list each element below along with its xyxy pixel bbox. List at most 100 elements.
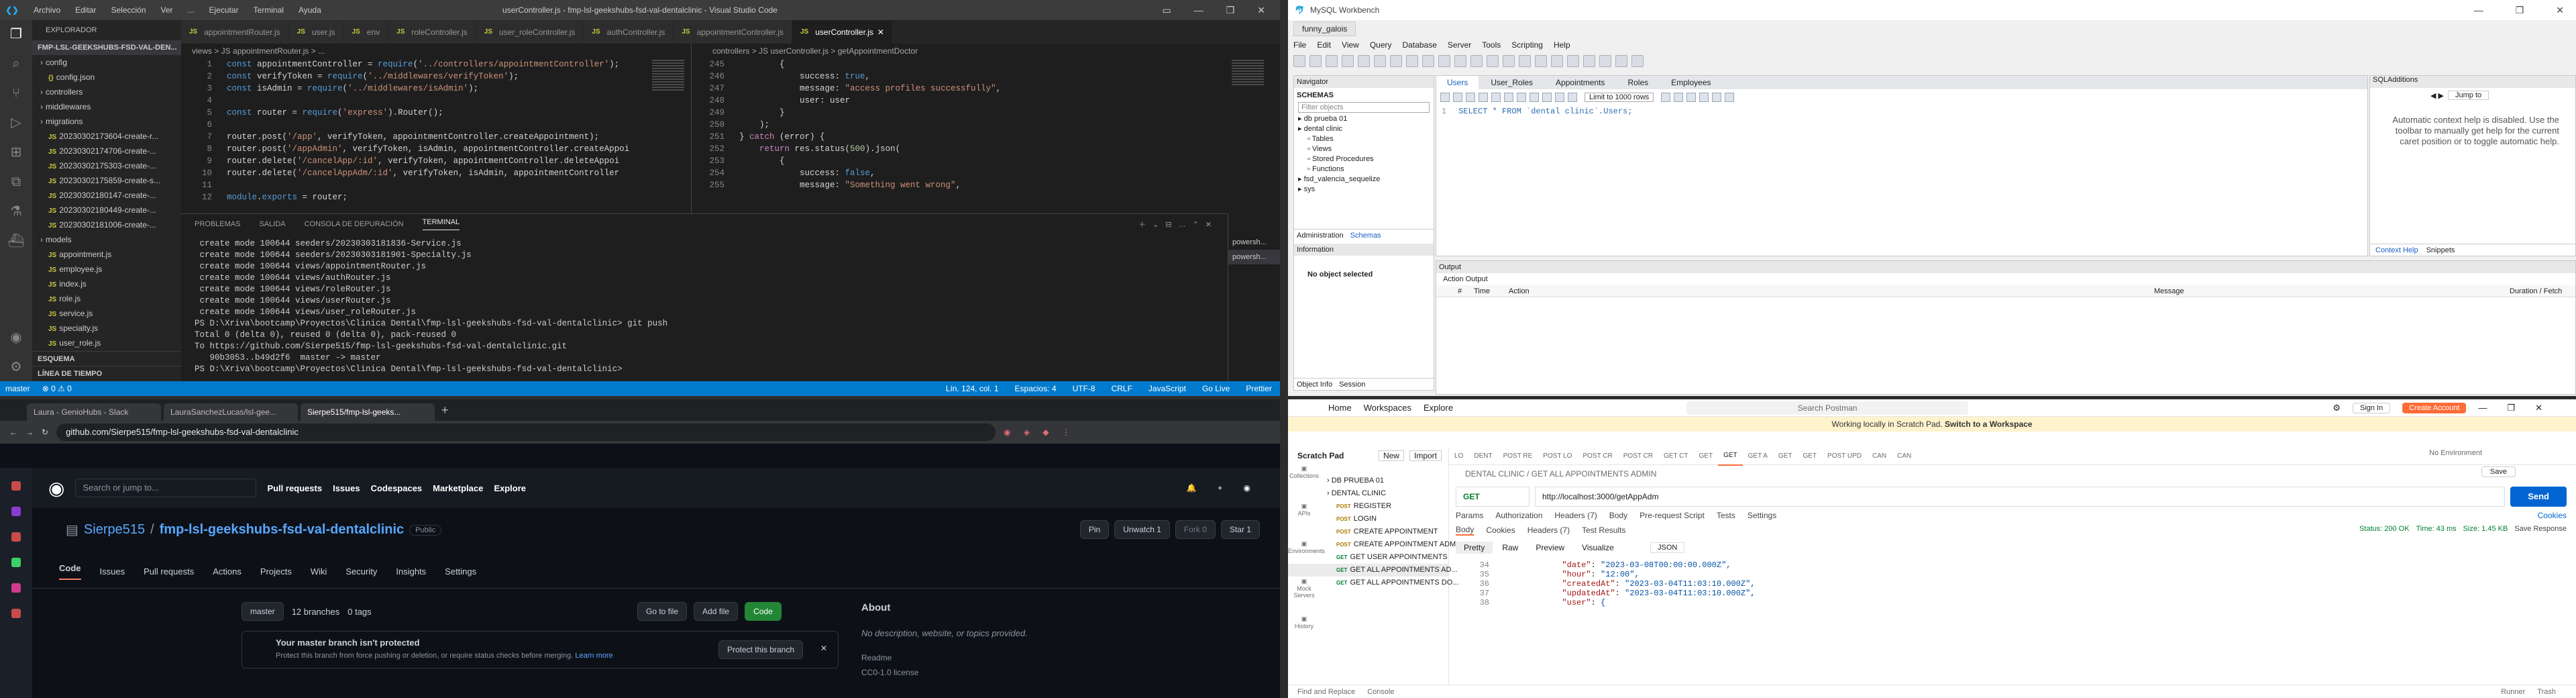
tab-salida[interactable]: SALIDA [259, 220, 285, 228]
console[interactable]: Console [1367, 688, 1394, 696]
menu-archivo[interactable]: Archivo [27, 5, 67, 15]
menu-item[interactable]: Edit [1317, 40, 1331, 50]
repo-name[interactable]: fmp-lsl-geekshubs-fsd-val-dentalclinic [160, 522, 405, 538]
breadcrumb-left[interactable]: views > JS appointmentRouter.js > ... [181, 44, 704, 58]
menu-item[interactable]: Server [1448, 40, 1471, 50]
editor-tab[interactable]: JS authController.js [584, 20, 674, 44]
account-icon[interactable]: ◉ [7, 329, 25, 346]
editor-left[interactable]: 1 const appointmentController = require('… [185, 58, 641, 211]
code-line[interactable]: 10 router.delete('/cancelAppAdm/:id', ver… [185, 167, 641, 179]
schema-item[interactable]: ▸ db prueba 01 [1294, 114, 1434, 124]
add-file-button[interactable]: Add file [694, 602, 739, 621]
source-control-icon[interactable]: ⑂ [7, 85, 25, 102]
tree-item[interactable]: › controllers [32, 85, 181, 99]
panel-actions-icon[interactable]: ＋⌄⊟…⌃✕ [1138, 219, 1228, 230]
minimap-right[interactable] [1228, 58, 1268, 211]
browser-tab-active[interactable]: Sierpe515/fmp-lsl-geeks... [301, 403, 435, 421]
tree-item[interactable]: JS service.js [32, 306, 181, 321]
branches-link[interactable]: 12 branches [292, 607, 340, 617]
minimap-left[interactable] [648, 58, 688, 211]
code-line[interactable]: 255 message: "Something went wrong", [698, 179, 1221, 191]
breadcrumb-right[interactable]: controllers > JS userController.js > get… [702, 44, 1238, 58]
collection-item[interactable]: POST CREATE APPOINTMENT ADM... [1288, 538, 1462, 551]
dismiss-icon[interactable]: ✕ [820, 644, 827, 653]
close-icon[interactable]: ✕ [2556, 5, 2564, 16]
schema-item[interactable]: ▫ Tables [1294, 134, 1434, 144]
view-tab[interactable]: Preview [1527, 542, 1572, 554]
nav-pull-requests[interactable]: Pull requests [267, 483, 322, 493]
settings-gear-icon[interactable]: ⚙ [7, 358, 25, 376]
tree-item[interactable]: JS user_role.js [32, 336, 181, 350]
query-tab[interactable]: Users [1436, 76, 1479, 89]
problems-indicator[interactable]: ⊗ 0 ⚠ 0 [42, 381, 72, 396]
learn-more-link[interactable]: Learn more [575, 652, 612, 660]
limit-rows-select[interactable]: Limit to 1000 rows [1585, 93, 1654, 102]
repo-tab[interactable]: Issues [100, 566, 125, 577]
view-tab[interactable]: Visualize [1574, 542, 1622, 554]
jump-to-select[interactable]: Jump to [2447, 91, 2489, 100]
repo-owner[interactable]: Sierpe515 [84, 522, 145, 538]
editor-tab[interactable]: JS user.js [288, 20, 344, 44]
editor-tab[interactable]: JS env [343, 20, 389, 44]
cursor-position[interactable]: Lín. 124, col. 1 [946, 381, 999, 396]
schema-item[interactable]: ▫ Views [1294, 144, 1434, 154]
tree-item[interactable]: › models [32, 232, 181, 247]
tree-item[interactable]: JS 20230302175859-create-s... [32, 173, 181, 188]
cookies-link[interactable]: Cookies [2538, 511, 2567, 520]
unwatch-button[interactable]: Unwatch 1 [1114, 520, 1170, 539]
save-button[interactable]: Save [2481, 466, 2516, 477]
tree-item[interactable]: JS role.js [32, 291, 181, 306]
environment-select[interactable]: No Environment [2429, 449, 2482, 457]
collection-item[interactable]: GET GET ALL APPOINTMENTS DO... [1288, 577, 1458, 589]
editor-tab[interactable]: JS roleController.js [388, 20, 476, 44]
minimize-icon[interactable]: — [2474, 5, 2483, 15]
save-response-button[interactable]: Save Response [2514, 525, 2567, 533]
repo-tab[interactable]: Security [345, 566, 377, 577]
schema-item[interactable]: ▫ Functions [1294, 164, 1434, 174]
code-line[interactable]: 2 const verifyToken = require('../middlew… [185, 70, 641, 83]
go-to-file-button[interactable]: Go to file [637, 602, 688, 621]
query-tab[interactable]: Employees [1660, 76, 1721, 89]
tree-item[interactable]: JS 20230302180449-create-... [32, 203, 181, 217]
encoding[interactable]: UTF-8 [1073, 381, 1095, 396]
remote-icon[interactable]: ⧉ [7, 173, 25, 191]
config-tab[interactable]: Headers (7) [1554, 511, 1597, 520]
menu-ayuda[interactable]: Ayuda [292, 5, 328, 15]
collection-item[interactable]: POST LOGIN [1288, 513, 1448, 526]
terminal-item[interactable]: powersh... [1228, 235, 1280, 250]
tab-consola[interactable]: CONSOLA DE DEPURACIÓN [305, 220, 404, 228]
branch-indicator[interactable]: master [5, 381, 30, 396]
repo-tab[interactable]: Pull requests [144, 566, 194, 577]
repo-tab[interactable]: Settings [445, 566, 476, 577]
browser-tab-lsl[interactable]: LauraSanchezLucas/lsl-gee... [164, 403, 298, 421]
settings-icon[interactable]: ⚙ [2332, 403, 2341, 413]
request-tab[interactable]: CAN [1892, 448, 1917, 465]
code-line[interactable]: 12 module.exports = router; [185, 191, 641, 203]
readme-link[interactable]: Readme [861, 653, 1089, 662]
tree-item[interactable]: JS 20230302173604-create-r... [32, 129, 181, 144]
nav-explore[interactable]: Explore [1424, 403, 1453, 413]
tab-terminal[interactable]: TERMINAL [422, 218, 460, 230]
connection-tab[interactable]: funny_galois [1293, 21, 1356, 36]
nav-issues[interactable]: Issues [333, 483, 360, 493]
nav-workspaces[interactable]: Workspaces [1364, 403, 1411, 413]
browser-tab-slack[interactable]: Laura - GenioHubs - Slack [27, 403, 161, 421]
editor-tab[interactable]: JS user_roleController.js [476, 20, 584, 44]
repo-tab[interactable]: Code [59, 563, 81, 580]
response-tab[interactable]: Headers (7) [1527, 526, 1570, 535]
address-bar[interactable]: github.com/Sierpe515/fmp-lsl-geekshubs-f… [56, 423, 996, 441]
github-logo-icon[interactable]: ◉ [48, 477, 64, 499]
collection-item[interactable]: › DB PRUEBA 01 [1288, 475, 1448, 487]
request-tab[interactable]: POST CR [1577, 448, 1617, 465]
tree-item[interactable]: JS employee.js [32, 262, 181, 277]
sidebar-app-icon[interactable] [11, 609, 21, 618]
request-tab[interactable]: GET [1718, 447, 1743, 466]
collection-item[interactable]: GET GET ALL APPOINTMENTS AD... [1288, 564, 1458, 577]
tree-item[interactable]: JS specialty.js [32, 321, 181, 336]
editor-tab[interactable]: JS appointmentController.js [674, 20, 792, 44]
code-button[interactable]: Code [745, 602, 782, 621]
extensions-icons[interactable]: ◉ ◈ ◆ ⋮ [1004, 428, 1075, 437]
menu-terminal[interactable]: Terminal [247, 5, 290, 15]
code-line[interactable]: 7 router.post('/app', verifyToken, appoin… [185, 131, 641, 143]
tab-object-info[interactable]: Object Info [1297, 381, 1332, 389]
